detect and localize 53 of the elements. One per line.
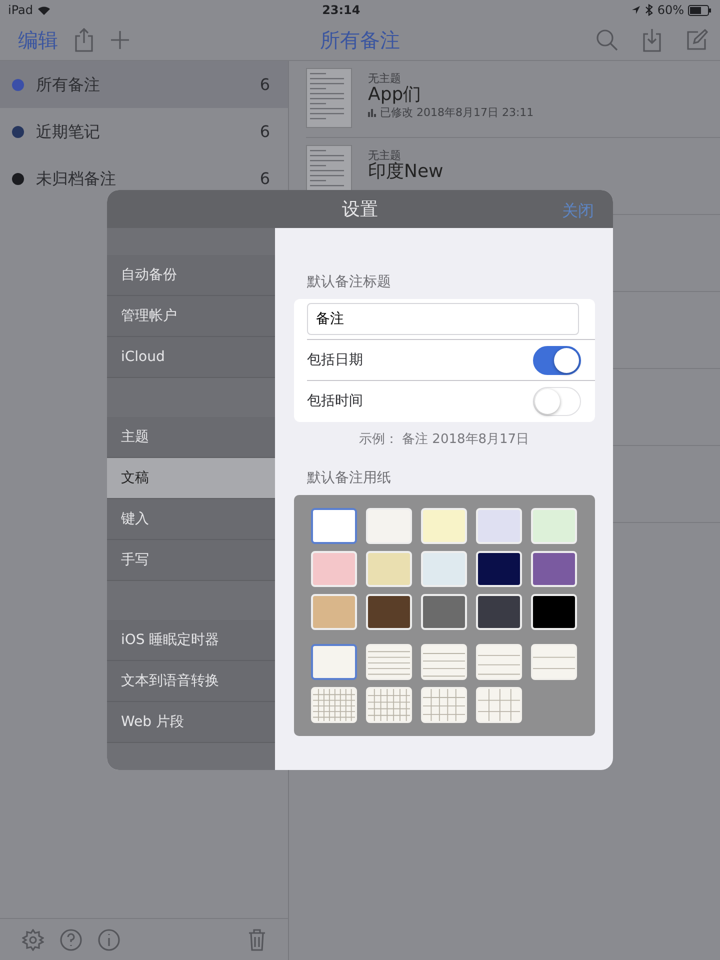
note-title: App们 (368, 85, 422, 105)
sidebar-item[interactable]: 近期笔记 6 (0, 108, 288, 155)
compose-icon[interactable] (686, 29, 708, 51)
settings-menu-item[interactable]: 文本到语音转换 (107, 661, 275, 702)
section-label: 默认备注标题 (306, 273, 392, 292)
settings-menu-item[interactable]: 手写 (107, 540, 275, 581)
bar-chart-icon (368, 109, 376, 118)
note-thumbnail (306, 68, 352, 128)
folder-label: 未归档备注 (36, 168, 116, 190)
settings-menu-item[interactable]: 文稿 (107, 458, 275, 499)
settings-icon[interactable] (22, 928, 44, 950)
settings-menu-item[interactable]: iCloud (107, 337, 275, 378)
settings-menu-item[interactable]: iOS 睡眠定时器 (107, 620, 275, 661)
search-icon[interactable] (596, 29, 618, 51)
battery-percent: 60% (657, 2, 684, 19)
location-icon (631, 5, 642, 15)
modified-date: 已修改 2018年8月17日 23:11 (380, 104, 534, 121)
toggle-label: 包括时间 (307, 392, 363, 411)
section-label: 默认备注用纸 (306, 468, 392, 488)
note-count: 6 (260, 168, 270, 190)
download-icon[interactable] (642, 28, 662, 52)
add-icon[interactable] (110, 30, 130, 50)
example-text: 示例： 备注 2018年8月17日 (358, 431, 530, 449)
toggle-label: 包括日期 (307, 350, 363, 370)
input-field[interactable]: 备注 (307, 303, 579, 335)
sidebar-item[interactable]: 所有备注 6 (0, 61, 288, 108)
wifi-icon (37, 4, 52, 16)
nav-title: 所有备注 (320, 27, 400, 54)
note-subtitle: 无主题 (368, 149, 401, 162)
settings-menu-item[interactable]: 键入 (107, 499, 275, 540)
device-name: iPad (8, 2, 34, 19)
info-icon[interactable] (98, 928, 120, 950)
dialog-title: 设置 (342, 198, 378, 222)
bluetooth-icon (645, 4, 654, 16)
note-title: 印度New (368, 162, 444, 182)
settings-menu-item[interactable]: 主题 (107, 417, 275, 458)
settings-menu-item[interactable]: 自动备份 (107, 255, 275, 296)
note-subtitle: 无主题 (368, 72, 402, 86)
folder-label: 所有备注 (36, 74, 100, 96)
clock: 23:14 (322, 2, 360, 19)
share-icon[interactable] (74, 28, 94, 52)
note-count: 6 (260, 74, 270, 96)
paper-color-swatch[interactable] (311, 508, 357, 544)
help-icon[interactable] (60, 928, 82, 950)
paper-style-swatch[interactable] (311, 644, 357, 680)
sidebar-item[interactable]: 未归档备注 6 (0, 155, 288, 202)
folder-label: 近期笔记 (36, 120, 100, 142)
settings-menu-item[interactable]: 管理帐户 (107, 296, 275, 337)
toggle-switch[interactable] (533, 346, 581, 374)
settings-menu-item[interactable]: Web 片段 (107, 702, 275, 743)
trash-icon[interactable] (248, 928, 266, 950)
battery-icon (688, 4, 712, 16)
note-count: 6 (260, 120, 270, 142)
